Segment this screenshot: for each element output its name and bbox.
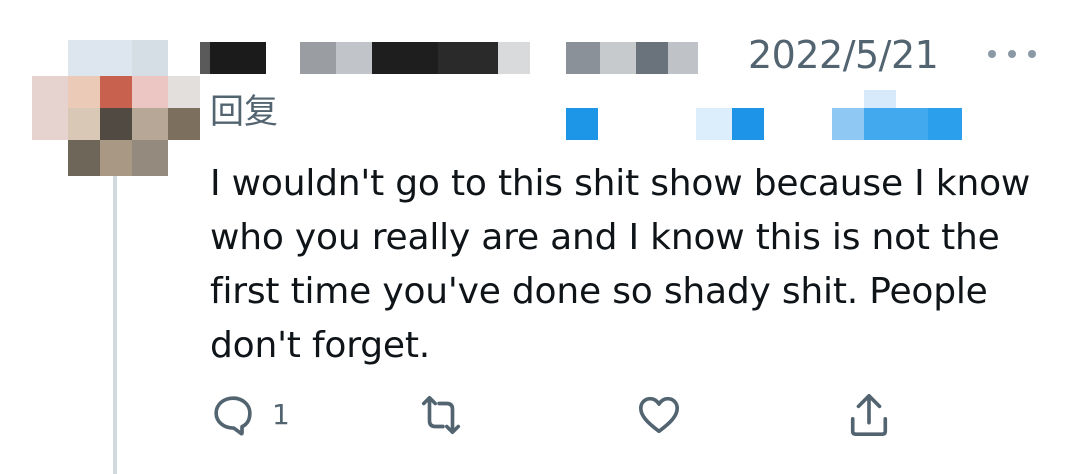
reply-icon: [214, 396, 252, 436]
avatar[interactable]: [32, 40, 200, 176]
reply-count: 1: [272, 398, 290, 431]
heart-icon: [638, 396, 680, 434]
tweet-date[interactable]: 2022/5/21: [748, 30, 939, 80]
tweet[interactable]: 2022/5/21 回复 I wouldn't go to this shit …: [0, 0, 1080, 474]
reply-button[interactable]: 1: [210, 390, 290, 440]
more-dot: [1008, 50, 1016, 58]
more-dot: [1028, 50, 1036, 58]
more-horizontal-icon[interactable]: [988, 38, 1036, 70]
share-button[interactable]: [846, 390, 892, 440]
reply-label: 回复: [210, 92, 278, 132]
blurred-mentions[interactable]: [560, 90, 980, 142]
tweet-text: I wouldn't go to this shit show because …: [210, 163, 1031, 366]
retweet-button[interactable]: [415, 390, 467, 440]
thread-line: [113, 176, 117, 474]
share-icon: [850, 394, 888, 436]
blurred-author-name[interactable]: [200, 42, 740, 74]
like-button[interactable]: [635, 390, 683, 440]
retweet-icon: [421, 395, 461, 435]
action-bar: 1: [210, 390, 910, 440]
more-dot: [988, 50, 996, 58]
